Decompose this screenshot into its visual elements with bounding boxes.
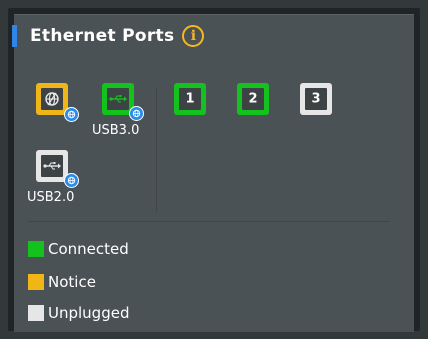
port-group-divider [156,88,157,212]
lan-port-3[interactable]: 3 [300,83,332,115]
usb2-port[interactable]: USB2.0 [27,150,92,210]
legend-label-connected: Connected [48,240,129,258]
usb3-globe-badge-icon [129,106,144,121]
wan-port-indicator [36,83,68,115]
usb3-port[interactable]: USB3.0 [92,83,154,143]
lan-port-3-number: 3 [311,91,321,107]
legend-connected: Connected [28,240,129,258]
wan-globe-badge-icon [64,107,79,122]
usb-icon [43,162,61,170]
legend-swatch-notice [28,274,44,290]
title-accent-bar [12,25,17,47]
legend-label-notice: Notice [48,273,96,291]
lan-port-2-indicator: 2 [237,83,269,115]
legend-swatch-connected [28,241,44,257]
lan-port-3-indicator: 3 [300,83,332,115]
legend-unplugged: Unplugged [28,304,129,322]
lan-port-1-indicator: 1 [174,83,206,115]
lan-port-1-number: 1 [185,91,195,107]
panel-title: Ethernet Ports [30,26,175,46]
legend-swatch-unplugged [28,305,44,321]
wan-port[interactable] [36,83,80,123]
usb2-port-indicator [36,150,68,182]
lan-port-2[interactable]: 2 [237,83,269,115]
legend-divider [28,221,390,222]
legend-notice: Notice [28,273,96,291]
usb3-port-label: USB3.0 [92,123,140,138]
usb-icon [109,95,127,103]
info-icon[interactable]: i [182,25,205,47]
usb2-globe-badge-icon [64,173,79,188]
wan-globe-icon [45,92,59,106]
legend-label-unplugged: Unplugged [48,304,130,322]
lan-port-2-number: 2 [248,91,258,107]
panel-header: Ethernet Ports i [12,24,205,48]
usb2-port-label: USB2.0 [27,190,75,205]
lan-port-1[interactable]: 1 [174,83,206,115]
